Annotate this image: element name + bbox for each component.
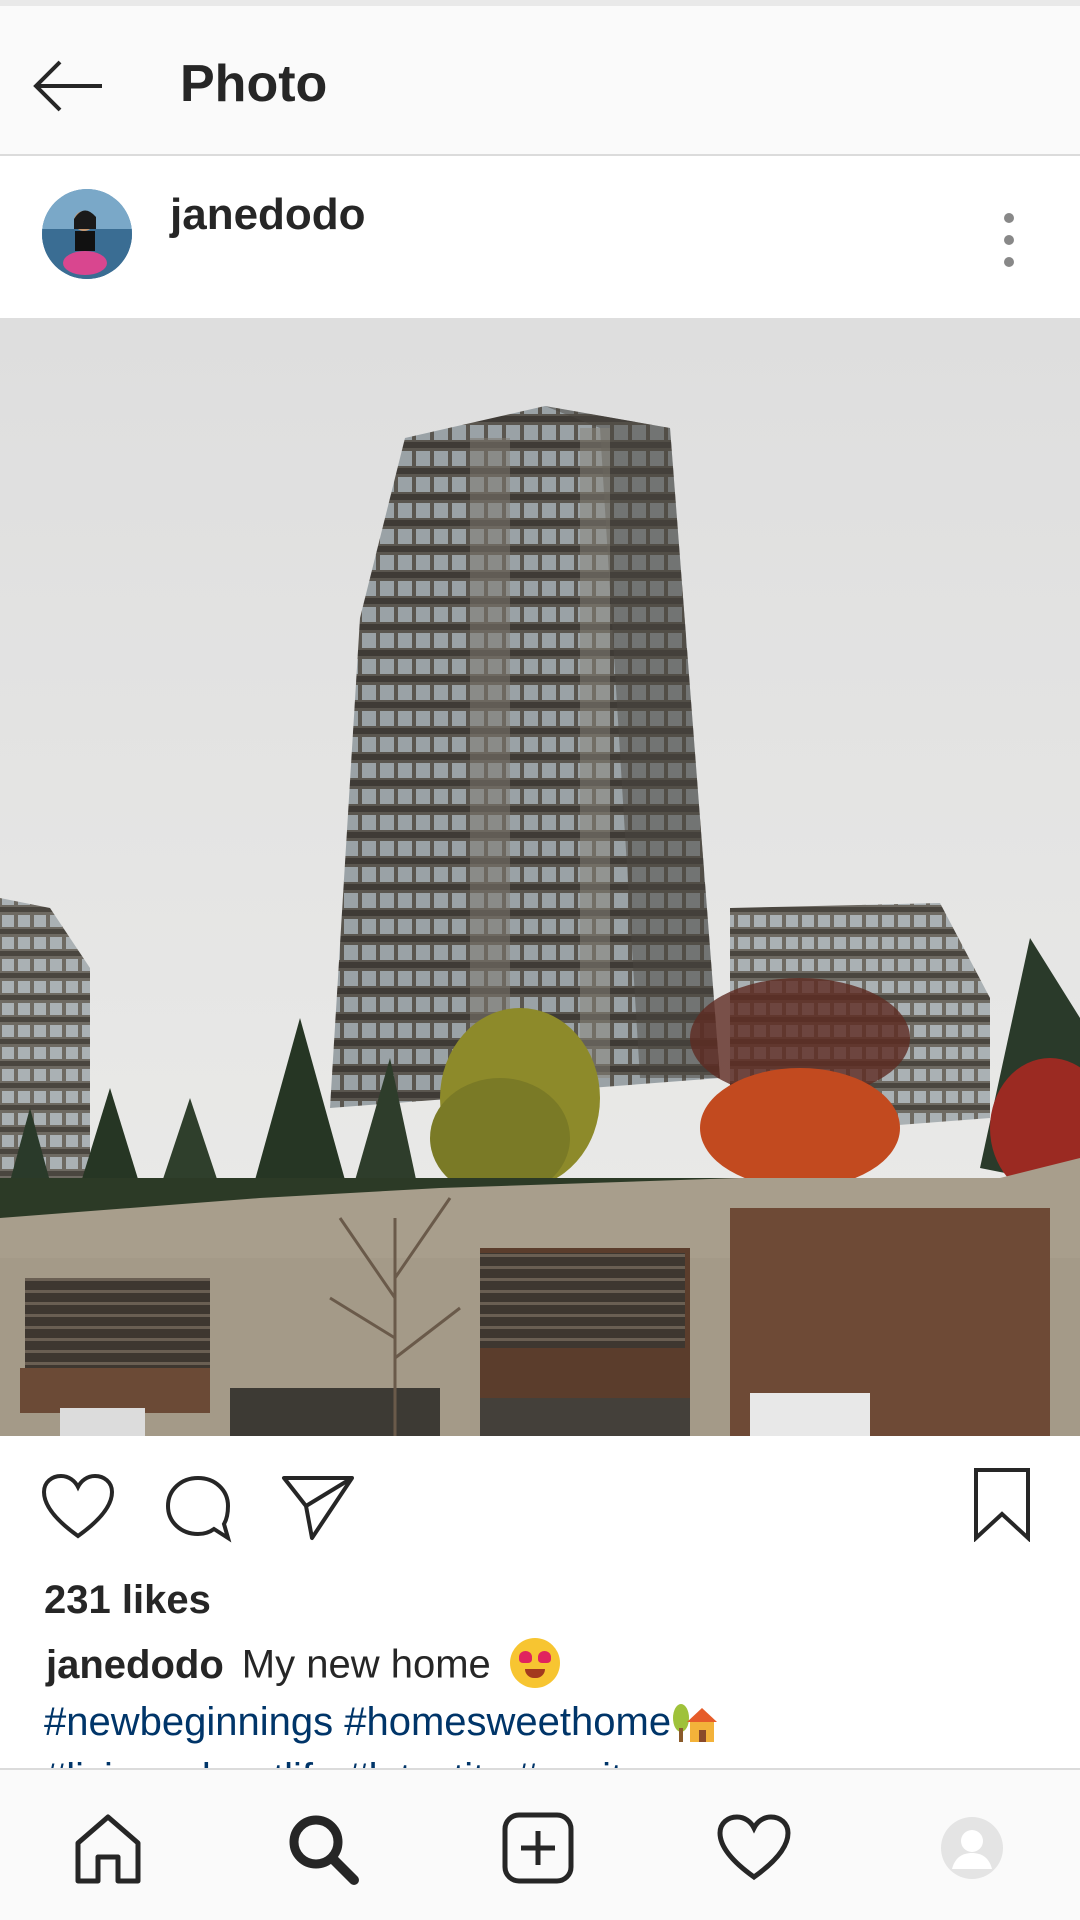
heart-outline-icon: [41, 1473, 115, 1539]
page-title: Photo: [180, 55, 328, 113]
share-button[interactable]: [280, 1472, 356, 1547]
nav-activity[interactable]: [714, 1808, 794, 1888]
caption: janedodo My new home: [46, 1638, 560, 1692]
post-actions-bar: [0, 1436, 1080, 1586]
save-button[interactable]: [972, 1466, 1032, 1547]
search-icon: [289, 1815, 359, 1885]
heart-eyes-emoji-icon: [509, 1638, 560, 1688]
arrow-left-icon: [33, 60, 102, 112]
back-button[interactable]: [30, 50, 110, 122]
caption-text: My new home: [241, 1642, 491, 1687]
add-post-icon: [502, 1812, 574, 1884]
likes-count[interactable]: 231 likes: [44, 1578, 211, 1623]
paper-plane-icon: [282, 1476, 354, 1540]
post-photo[interactable]: [0, 318, 1080, 1436]
comment-bubble-icon: [165, 1475, 232, 1543]
comment-button[interactable]: [162, 1472, 234, 1549]
top-app-bar: Photo: [0, 6, 1080, 156]
bottom-navigation: [0, 1768, 1080, 1920]
bookmark-icon: [974, 1468, 1030, 1543]
caption-hashtags: #newbeginnings #homesweethome: [44, 1700, 718, 1746]
nav-home[interactable]: [68, 1808, 148, 1888]
nav-profile[interactable]: [932, 1808, 1012, 1888]
more-options-button[interactable]: [990, 208, 1028, 274]
avatar[interactable]: [42, 189, 132, 279]
post-image: [0, 318, 1080, 1436]
like-button[interactable]: [40, 1472, 116, 1547]
house-with-garden-emoji-icon: [671, 1700, 718, 1744]
hashtags-text[interactable]: #newbeginnings #homesweethome: [44, 1700, 671, 1744]
more-vertical-icon: [1004, 213, 1014, 267]
activity-heart-icon: [717, 1814, 791, 1881]
nav-new-post[interactable]: [498, 1808, 578, 1888]
profile-icon: [941, 1817, 1003, 1879]
post-header: janedodo: [0, 156, 1080, 319]
post-username[interactable]: janedodo: [170, 190, 366, 240]
nav-search[interactable]: [282, 1808, 362, 1888]
home-icon: [75, 1814, 141, 1884]
caption-username[interactable]: janedodo: [46, 1643, 224, 1687]
avatar-image: [42, 189, 132, 279]
